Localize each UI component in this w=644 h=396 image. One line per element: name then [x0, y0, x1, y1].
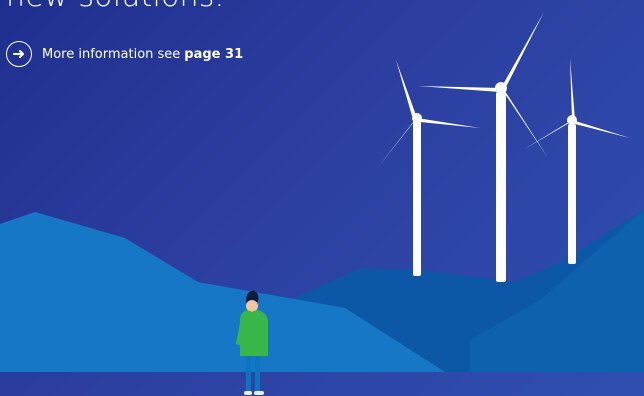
turbine-1-tower — [413, 120, 421, 276]
person-head — [246, 300, 258, 312]
turbine-2-blade-1 — [501, 12, 544, 91]
turbine-3-tower — [568, 124, 576, 264]
turbine-3-blade-2 — [572, 120, 630, 138]
turbine-1-blade-2 — [417, 118, 480, 128]
turbine-1 — [379, 60, 480, 276]
turbine-2-blade-2 — [418, 86, 501, 92]
more-information-prefix: More information see — [42, 46, 181, 62]
section-heading: new solutions. — [6, 0, 224, 12]
person-leg-right — [255, 356, 260, 392]
person-shoe-left — [244, 391, 252, 395]
arrow-right-icon — [13, 50, 24, 58]
person-leg-left — [246, 356, 251, 392]
turbine-2-blade-3 — [501, 88, 548, 158]
more-information-link[interactable]: More information see page 31 — [6, 41, 243, 67]
turbine-3-blade-1 — [570, 58, 575, 120]
turbine-2 — [418, 12, 548, 282]
arrow-right-circle-icon[interactable] — [6, 41, 32, 67]
turbine-1-blade-1 — [396, 60, 417, 118]
more-information-page[interactable]: page 31 — [184, 48, 243, 61]
more-information-text: More information see page 31 — [42, 48, 243, 61]
turbine-1-blade-3 — [379, 118, 417, 166]
turbine-2-tower — [496, 92, 506, 282]
turbine-3-blade-3 — [523, 120, 572, 150]
person-shoe-right — [254, 391, 264, 395]
wind-turbines — [379, 12, 630, 282]
